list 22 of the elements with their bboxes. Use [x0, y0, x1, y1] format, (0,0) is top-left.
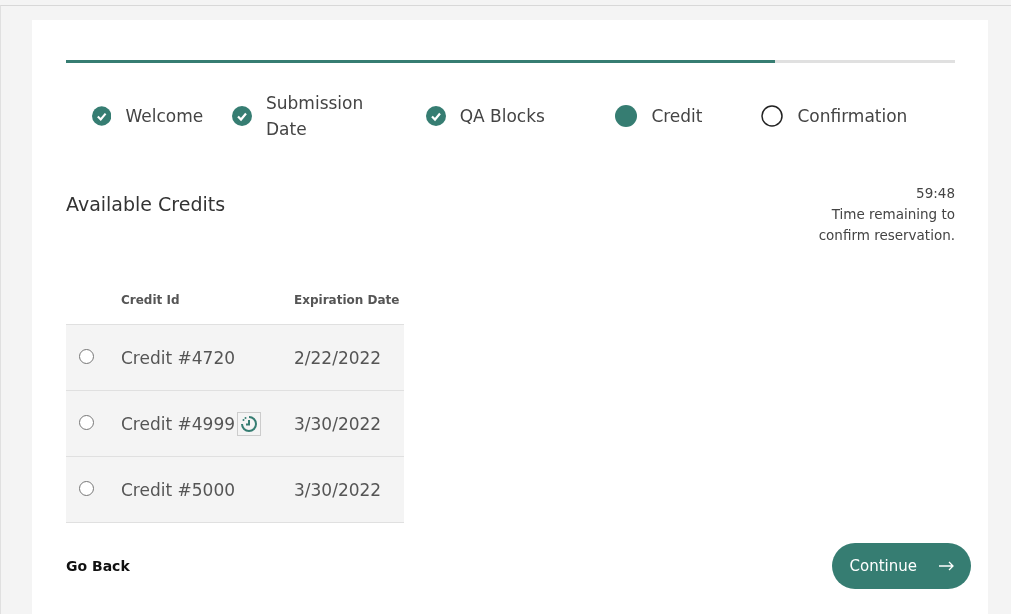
radio-button[interactable] [79, 349, 94, 364]
column-header: Expiration Date [294, 293, 401, 307]
radio-button[interactable] [79, 415, 94, 430]
expiration-date: 3/30/2022 [294, 413, 383, 434]
step-label: Credit [651, 105, 704, 128]
credit-id: Credit #4999 [121, 413, 236, 434]
credit-id: Credit #4720 [121, 347, 236, 368]
step-label: Submission Date [266, 92, 365, 141]
arrow-right-icon [939, 561, 955, 571]
countdown-time: 59:48 [916, 184, 955, 203]
radio-button[interactable] [79, 481, 94, 496]
expiration-date: 2/22/2022 [294, 347, 383, 368]
step-label: Confirmation [797, 105, 908, 128]
expiration-date: 3/30/2022 [294, 479, 383, 500]
continue-button[interactable]: Continue [831, 543, 971, 589]
countdown-note: Time remaining to confirm reservation. [817, 205, 955, 245]
step-label: Welcome [125, 105, 205, 128]
section-heading: Available Credits [66, 193, 226, 217]
credit-id: Credit #5000 [121, 479, 236, 500]
column-header: Credit Id [121, 293, 181, 307]
step-label: QA Blocks [459, 105, 546, 128]
go-back-link[interactable]: Go Back [66, 558, 130, 574]
